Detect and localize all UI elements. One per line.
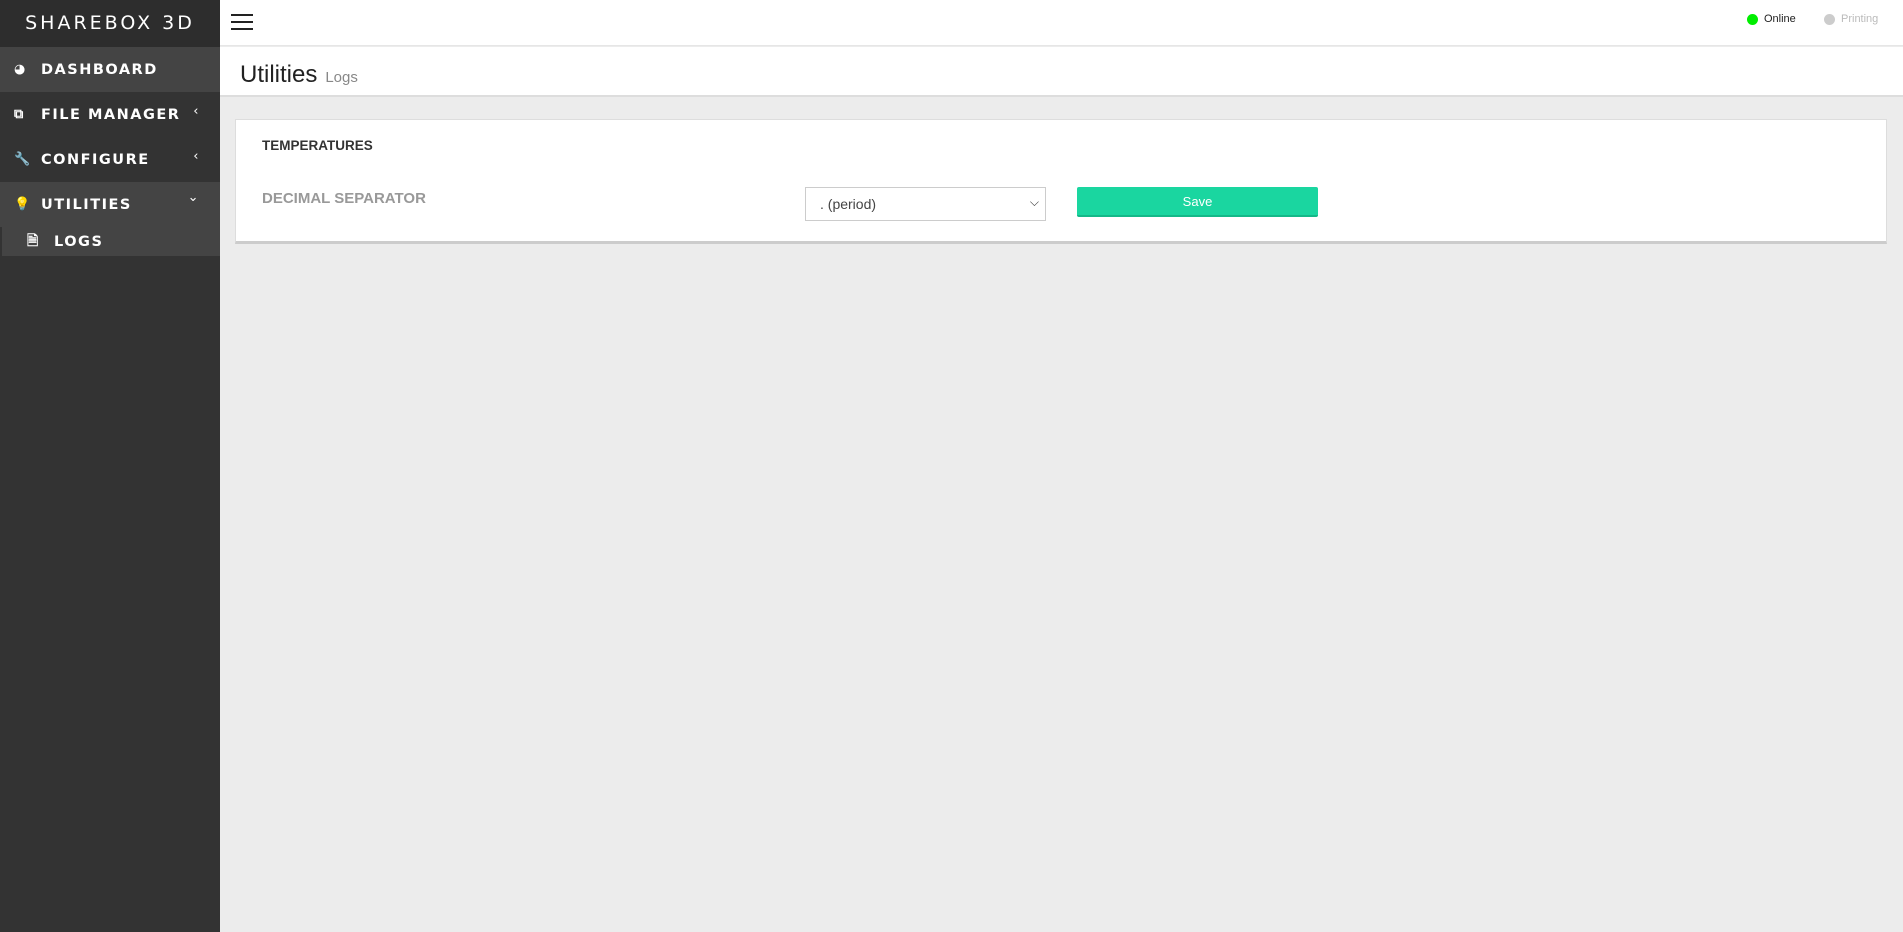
lightbulb-icon: 💡: [14, 197, 32, 212]
status-online: Online: [1747, 13, 1796, 25]
menu-toggle-icon[interactable]: [231, 14, 253, 30]
sidebar-item-utilities[interactable]: 💡 UTILITIES ⌄: [0, 182, 220, 227]
status-printing: Printing: [1824, 13, 1878, 25]
document-icon: 🗎: [27, 232, 40, 249]
sidebar-item-label: CONFIGURE: [41, 151, 150, 168]
sidebar-item-label: LOGS: [54, 233, 104, 250]
status-label: Printing: [1841, 13, 1879, 25]
sidebar-item-file-manager[interactable]: ⧉ FILE MANAGER ‹: [0, 92, 220, 137]
page-subtitle: Logs: [325, 69, 358, 86]
sidebar-item-configure[interactable]: 🔧 CONFIGURE ‹: [0, 137, 220, 182]
status-dot-icon: [1747, 13, 1758, 25]
topbar: Online Printing: [220, 0, 1903, 46]
status-dot-icon: [1824, 13, 1835, 25]
chevron-down-icon: ⌄: [187, 190, 200, 205]
chevron-left-icon: ‹: [193, 104, 200, 119]
page-title-text: Utilities: [240, 61, 318, 88]
sidebar-item-label: FILE MANAGER: [41, 106, 181, 123]
chevron-left-icon: ‹: [193, 149, 200, 164]
sidebar-item-dashboard[interactable]: ◕ DASHBOARD: [0, 47, 220, 92]
dashboard-icon: ◕: [14, 62, 27, 77]
page-title: Utilities Logs: [240, 61, 358, 89]
sidebar-item-label: DASHBOARD: [41, 61, 158, 78]
sidebar: SHAREBOX 3D ◕ DASHBOARD ⧉ FILE MANAGER ‹…: [0, 0, 220, 932]
save-button[interactable]: Save: [1077, 187, 1318, 217]
page-header: Utilities Logs: [220, 47, 1903, 97]
card-title: TEMPERATURES: [262, 138, 373, 153]
sidebar-item-label: UTILITIES: [41, 196, 132, 213]
status-label: Online: [1764, 13, 1796, 25]
decimal-separator-label: DECIMAL SEPARATOR: [262, 190, 426, 207]
files-icon: ⧉: [14, 107, 25, 122]
select-value: . (period): [820, 196, 877, 212]
temperatures-card: TEMPERATURES DECIMAL SEPARATOR . (period…: [235, 119, 1887, 244]
decimal-separator-select[interactable]: . (period) ⌵: [805, 187, 1046, 221]
sidebar-item-logs[interactable]: 🗎 LOGS: [0, 227, 220, 256]
wrench-icon: 🔧: [14, 152, 32, 167]
app-logo[interactable]: SHAREBOX 3D: [0, 0, 220, 47]
chevron-down-icon: ⌵: [1029, 195, 1039, 209]
